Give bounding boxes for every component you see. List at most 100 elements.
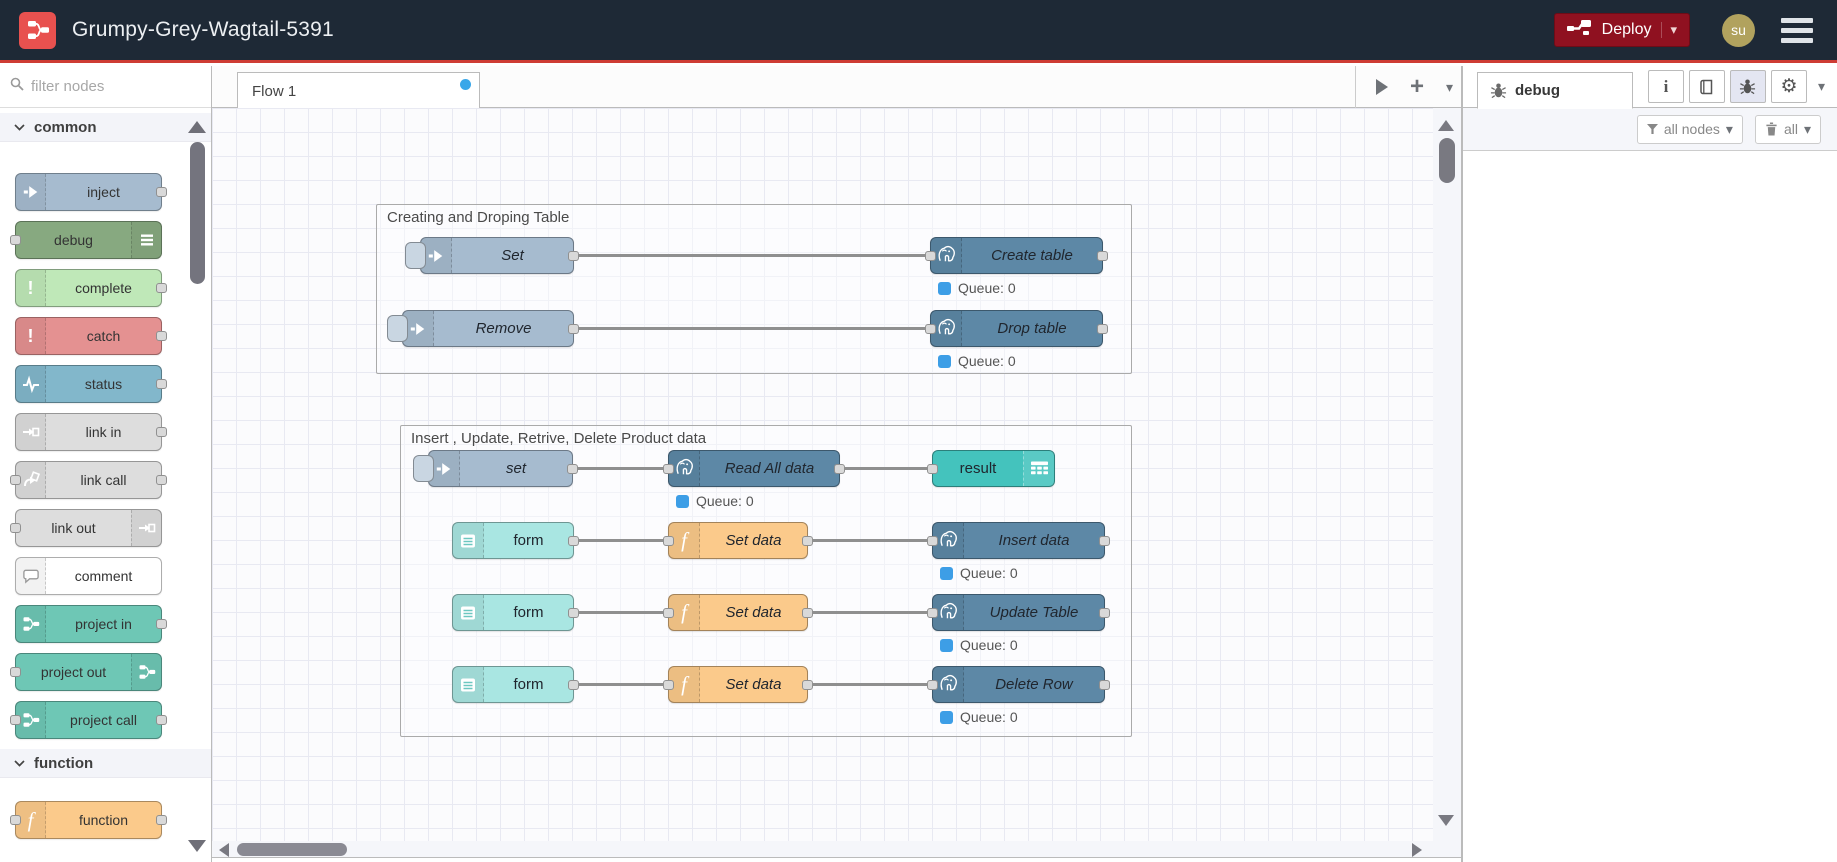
palette-category-common[interactable]: common [0,113,211,142]
input-port[interactable] [663,607,674,618]
user-avatar[interactable]: su [1722,13,1755,47]
flow-node-form-1[interactable]: form [452,522,579,559]
inject-trigger-button[interactable] [405,242,426,269]
palette-node-link-in[interactable]: link in [15,413,167,451]
debug-panel-button[interactable] [1729,70,1766,103]
canvas-scroll-down-arrow[interactable] [1438,815,1454,826]
deploy-button[interactable]: Deploy ▾ [1553,13,1690,47]
canvas-scroll-right-arrow[interactable] [1412,843,1422,857]
flow-node-set-data-1[interactable]: f Set data [663,522,813,559]
palette-scrollbar-thumb[interactable] [190,142,205,284]
help-panel-button[interactable] [1688,70,1725,103]
canvas-hscroll-thumb[interactable] [237,843,347,856]
tab-flow-1[interactable]: Flow 1 [237,72,480,109]
main-menu-button[interactable] [1781,17,1813,43]
output-port[interactable] [156,331,167,341]
output-port[interactable] [802,607,813,618]
output-port[interactable] [568,323,579,334]
inject-trigger-button[interactable] [387,315,408,342]
output-port[interactable] [1097,250,1108,261]
flow-node-inject-set[interactable]: Set [405,237,579,274]
output-port[interactable] [156,427,167,437]
canvas-scroll-up-arrow[interactable] [1438,120,1454,131]
debug-filter-button[interactable]: all nodes ▾ [1636,114,1743,144]
flow-node-set-data-2[interactable]: f Set data [663,594,813,631]
output-port[interactable] [1097,323,1108,334]
sidebar-options-caret[interactable]: ▾ [1818,78,1825,95]
input-port[interactable] [927,679,938,690]
input-port[interactable] [663,463,674,474]
flow-list-caret[interactable]: ▾ [1446,79,1453,96]
tab-debug[interactable]: debug [1477,72,1633,109]
output-port[interactable] [1099,607,1110,618]
output-port[interactable] [1099,535,1110,546]
palette-node-project-call[interactable]: project call [10,701,167,739]
input-port[interactable] [663,679,674,690]
info-panel-button[interactable]: i [1647,70,1684,103]
flow-node-update-table[interactable]: Update Table [927,594,1110,631]
input-port[interactable] [925,250,936,261]
palette-node-status[interactable]: status [15,365,167,403]
flow-node-set-data-3[interactable]: f Set data [663,666,813,703]
flow-node-insert-data[interactable]: Insert data [927,522,1110,559]
input-port[interactable] [10,667,21,677]
input-port[interactable] [927,463,938,474]
flow-node-inject-remove[interactable]: Remove [387,310,579,347]
output-port[interactable] [568,250,579,261]
output-port[interactable] [156,283,167,293]
flow-canvas[interactable]: Creating and Droping Table Set Create ta… [212,108,1461,841]
output-port[interactable] [568,607,579,618]
input-port[interactable] [10,235,21,245]
next-tab-button[interactable] [1375,79,1388,95]
canvas-vscroll-thumb[interactable] [1439,138,1455,183]
palette-category-function[interactable]: function [0,749,211,778]
flow-node-drop-table[interactable]: Drop table [925,310,1108,347]
palette-node-link-call[interactable]: link call [10,461,167,499]
palette-node-inject[interactable]: inject [15,173,167,211]
input-port[interactable] [925,323,936,334]
output-port[interactable] [156,619,167,629]
palette-node-catch[interactable]: ! catch [15,317,167,355]
palette-node-link-out[interactable]: link out [10,509,162,547]
wire[interactable] [808,539,932,542]
canvas-scroll-left-arrow[interactable] [219,843,229,857]
palette-node-debug[interactable]: debug [10,221,162,259]
palette-filter-input[interactable] [31,78,181,95]
palette-node-comment[interactable]: comment [15,557,162,595]
group-creating-droping-table[interactable]: Creating and Droping Table [376,204,1132,374]
flow-node-form-2[interactable]: form [452,594,579,631]
flow-node-form-3[interactable]: form [452,666,579,703]
wire[interactable] [574,539,668,542]
palette-node-complete[interactable]: ! complete [15,269,167,307]
palette-node-function[interactable]: f function [10,801,167,839]
flow-node-result-table[interactable]: result [927,450,1055,487]
output-port[interactable] [802,535,813,546]
output-port[interactable] [568,679,579,690]
output-port[interactable] [156,815,167,825]
output-port[interactable] [802,679,813,690]
input-port[interactable] [10,715,21,725]
inject-trigger-button[interactable] [413,455,434,482]
output-port[interactable] [1099,679,1110,690]
debug-messages-panel[interactable] [1463,151,1837,862]
wire[interactable] [808,611,932,614]
flow-node-read-all-data[interactable]: Read All data [663,450,845,487]
flow-node-create-table[interactable]: Create table [925,237,1108,274]
output-port[interactable] [156,475,167,485]
output-port[interactable] [568,535,579,546]
input-port[interactable] [927,535,938,546]
wire[interactable] [808,683,932,686]
config-panel-button[interactable]: ⚙ [1770,70,1807,103]
flow-node-delete-row[interactable]: Delete Row [927,666,1110,703]
output-port[interactable] [156,379,167,389]
input-port[interactable] [10,475,21,485]
wire[interactable] [573,467,668,470]
output-port[interactable] [567,463,578,474]
wire[interactable] [574,611,668,614]
wire[interactable] [574,327,930,330]
output-port[interactable] [156,187,167,197]
deploy-options-caret-icon[interactable]: ▾ [1661,22,1677,38]
output-port[interactable] [156,715,167,725]
input-port[interactable] [10,815,21,825]
input-port[interactable] [10,523,21,533]
